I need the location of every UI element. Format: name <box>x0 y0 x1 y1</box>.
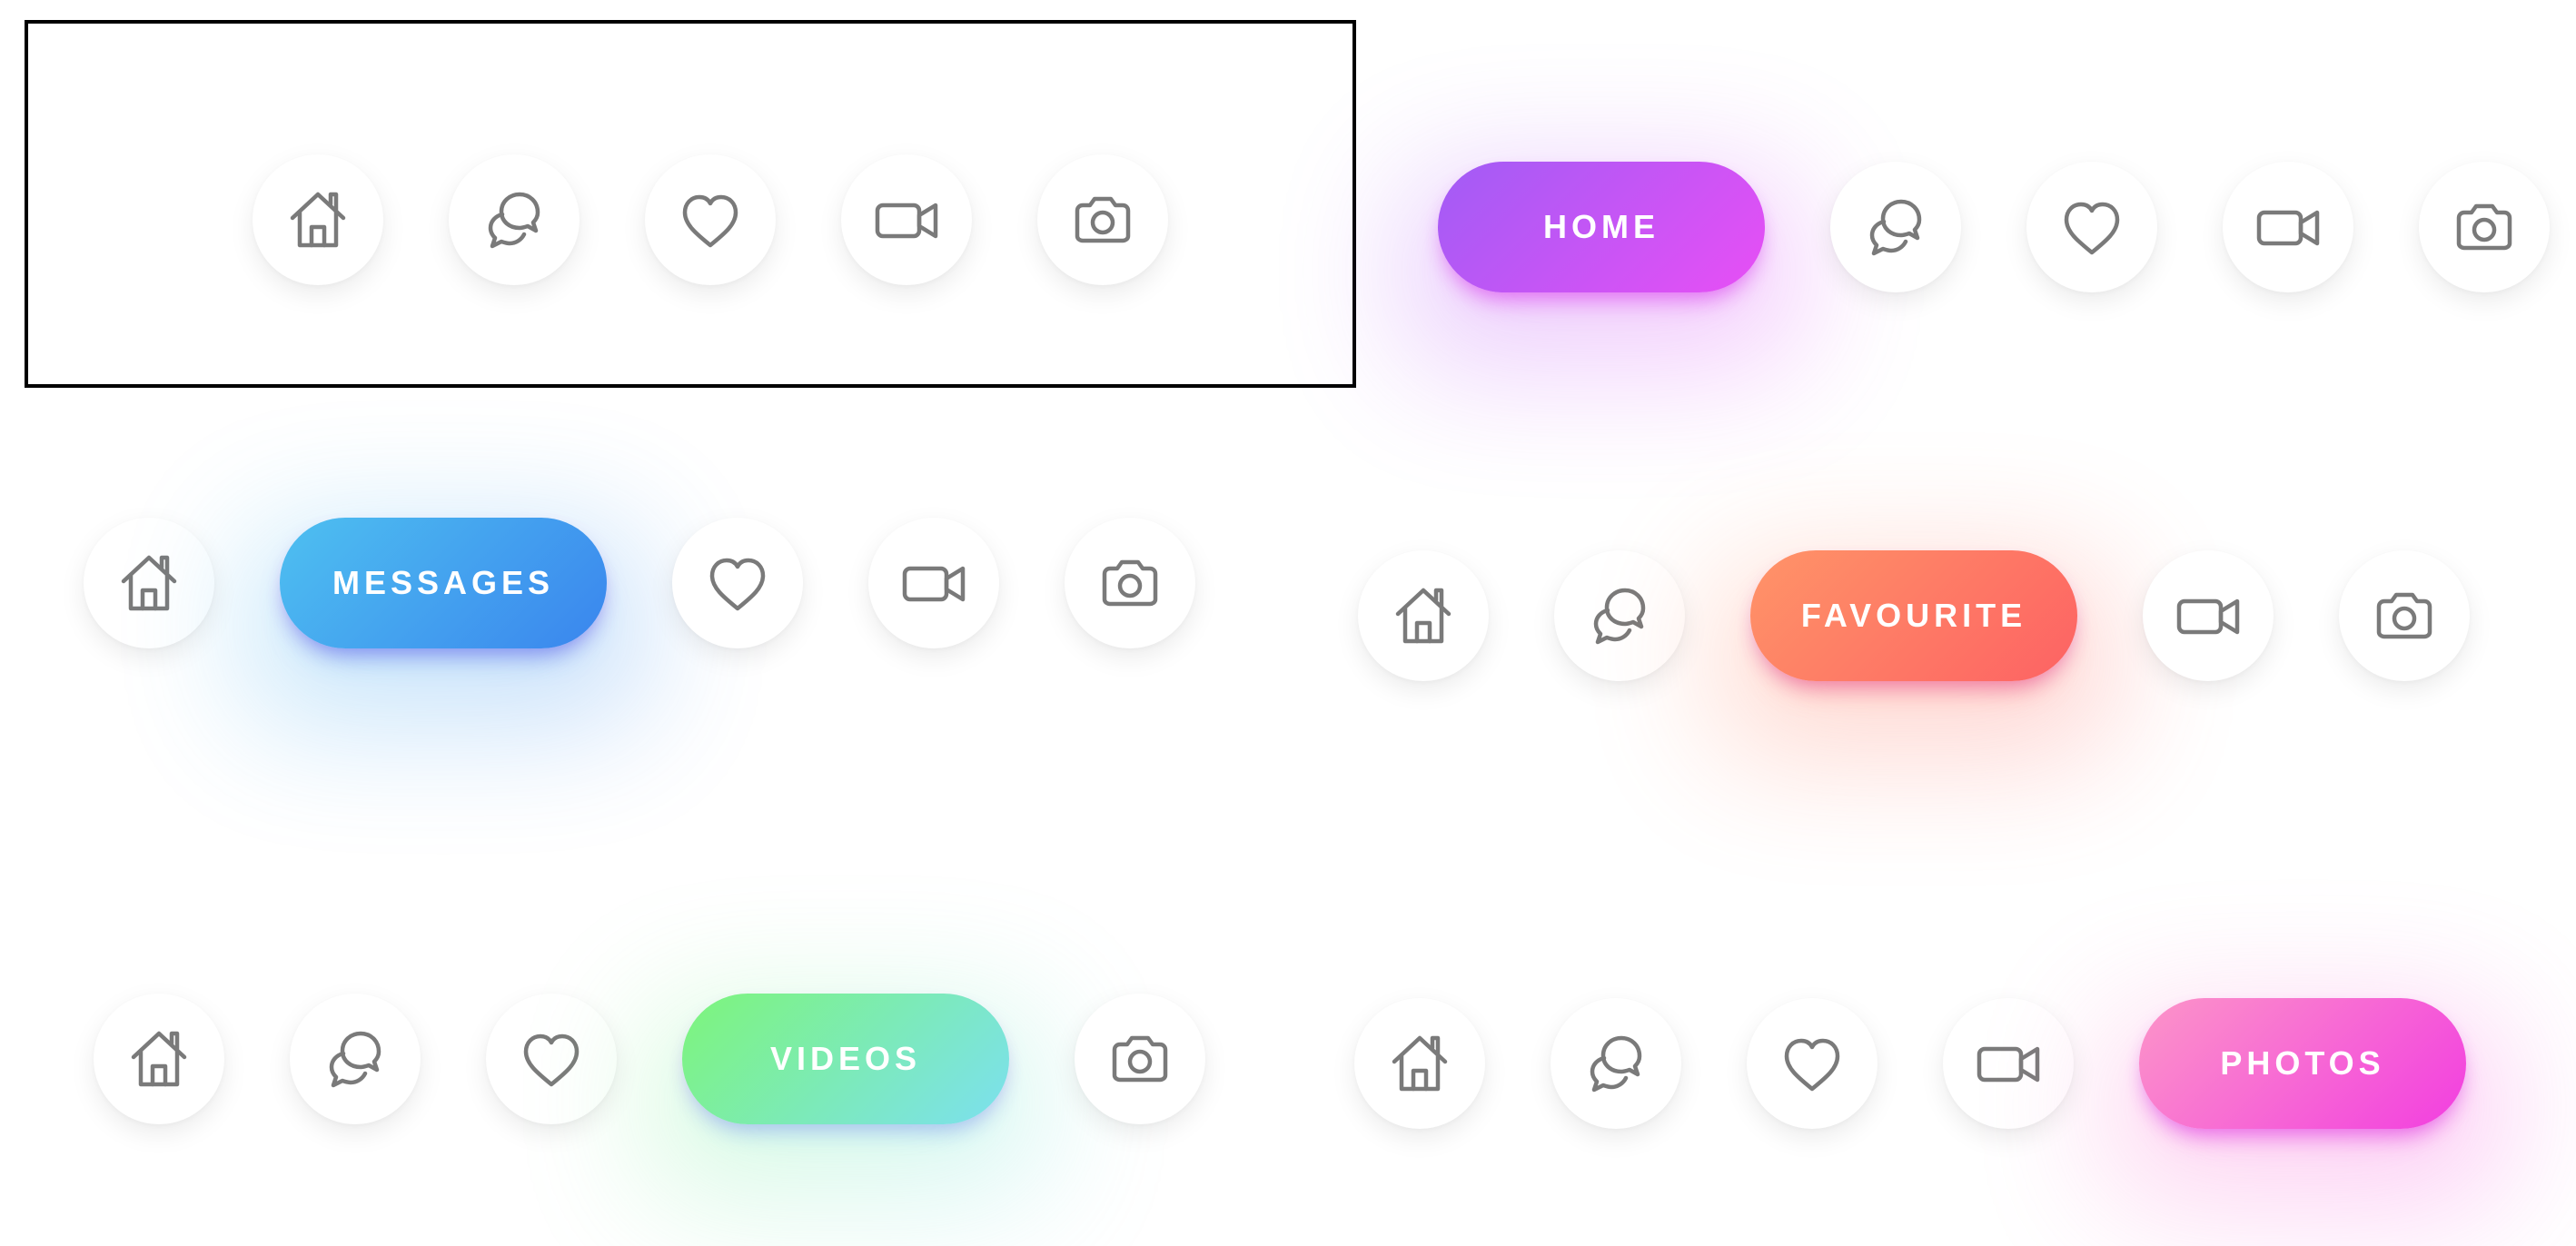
tab-bar-3: MESSAGES <box>73 400 1277 790</box>
tab-photos[interactable] <box>1075 994 1205 1124</box>
tab-home[interactable] <box>1354 998 1485 1129</box>
messages-icon <box>1580 1027 1652 1100</box>
tab-button[interactable] <box>2143 550 2274 681</box>
tab-button[interactable] <box>1830 162 1961 292</box>
tab-button[interactable] <box>2339 550 2470 681</box>
home-icon <box>113 547 185 619</box>
tab-button[interactable] <box>449 154 580 285</box>
heart-icon <box>674 183 747 256</box>
tab-photos[interactable] <box>2419 162 2550 292</box>
heart-icon <box>1776 1027 1848 1100</box>
tab-button[interactable] <box>486 994 617 1124</box>
tab-label: MESSAGES <box>332 564 555 601</box>
tab-favourite-active[interactable]: FAVOURITE <box>1750 550 2077 681</box>
tab-photos-active[interactable]: PHOTOS <box>2139 998 2466 1129</box>
tab-bar-5: VIDEOS <box>82 890 1286 1244</box>
tab-videos[interactable] <box>2223 162 2353 292</box>
tab-bar-gallery: HOME MESSAGES FAVOURITE VIDEOS PHOTOS <box>0 0 2576 1246</box>
tab-label: HOME <box>1543 208 1660 245</box>
tab-bar-4: FAVOURITE <box>1344 445 2549 817</box>
tab-favourite[interactable] <box>2026 162 2157 292</box>
messages-icon <box>1583 579 1656 652</box>
tab-videos-active[interactable]: VIDEOS <box>682 994 1009 1124</box>
tab-bar-2: HOME <box>1372 95 2576 395</box>
tab-label: VIDEOS <box>769 1040 922 1077</box>
tab-button[interactable] <box>645 154 776 285</box>
camera-icon <box>1094 547 1166 619</box>
tab-home[interactable] <box>253 154 383 285</box>
home-icon <box>1383 1027 1456 1100</box>
video-icon <box>2172 579 2244 652</box>
tab-button[interactable] <box>290 994 421 1124</box>
camera-icon <box>2448 191 2521 263</box>
tab-messages[interactable] <box>449 154 580 285</box>
tab-button[interactable] <box>1037 154 1168 285</box>
messages-icon <box>319 1023 391 1095</box>
tab-photos[interactable] <box>1037 154 1168 285</box>
tab-button[interactable] <box>1065 518 1195 648</box>
tab-favourite[interactable] <box>1747 998 1878 1129</box>
video-icon <box>1972 1027 2045 1100</box>
tab-button[interactable] <box>84 518 214 648</box>
tab-button[interactable] <box>1551 998 1681 1129</box>
heart-icon <box>701 547 774 619</box>
tab-home[interactable] <box>84 518 214 648</box>
home-icon <box>123 1023 195 1095</box>
home-icon <box>282 183 354 256</box>
tab-button[interactable] <box>1075 994 1205 1124</box>
tab-favourite[interactable] <box>672 518 803 648</box>
tab-button[interactable] <box>1354 998 1485 1129</box>
tab-button[interactable] <box>253 154 383 285</box>
tab-messages[interactable] <box>1551 998 1681 1129</box>
tab-videos[interactable] <box>841 154 972 285</box>
tab-photos[interactable] <box>1065 518 1195 648</box>
tab-button[interactable] <box>2026 162 2157 292</box>
camera-icon <box>1104 1023 1176 1095</box>
tab-label: FAVOURITE <box>1800 597 2027 634</box>
tab-button[interactable] <box>1747 998 1878 1129</box>
tab-button[interactable] <box>2419 162 2550 292</box>
tab-home[interactable] <box>94 994 224 1124</box>
tab-label: PHOTOS <box>2220 1044 2385 1082</box>
messages-icon <box>1859 191 1932 263</box>
tab-button[interactable] <box>1358 550 1489 681</box>
tab-favourite[interactable] <box>645 154 776 285</box>
tab-messages[interactable] <box>1830 162 1961 292</box>
tab-messages[interactable] <box>1554 550 1685 681</box>
tab-home-active[interactable]: HOME <box>1438 162 1765 292</box>
tab-bar-6: PHOTOS <box>1344 908 2576 1246</box>
video-icon <box>2252 191 2324 263</box>
tab-videos[interactable] <box>868 518 999 648</box>
tab-bar-1 <box>25 20 1356 388</box>
tab-button[interactable] <box>2223 162 2353 292</box>
tab-videos[interactable] <box>2143 550 2274 681</box>
heart-icon <box>515 1023 588 1095</box>
tab-button[interactable] <box>94 994 224 1124</box>
tab-button[interactable] <box>1554 550 1685 681</box>
tab-photos[interactable] <box>2339 550 2470 681</box>
heart-icon <box>2056 191 2128 263</box>
video-icon <box>870 183 943 256</box>
tab-button[interactable] <box>672 518 803 648</box>
tab-favourite[interactable] <box>486 994 617 1124</box>
tab-button[interactable] <box>1943 998 2074 1129</box>
tab-messages-active[interactable]: MESSAGES <box>280 518 607 648</box>
messages-icon <box>478 183 550 256</box>
tab-button[interactable] <box>841 154 972 285</box>
tab-videos[interactable] <box>1943 998 2074 1129</box>
tab-messages[interactable] <box>290 994 421 1124</box>
tab-home[interactable] <box>1358 550 1489 681</box>
tab-button[interactable] <box>868 518 999 648</box>
camera-icon <box>1066 183 1139 256</box>
camera-icon <box>2368 579 2441 652</box>
video-icon <box>897 547 970 619</box>
home-icon <box>1387 579 1460 652</box>
